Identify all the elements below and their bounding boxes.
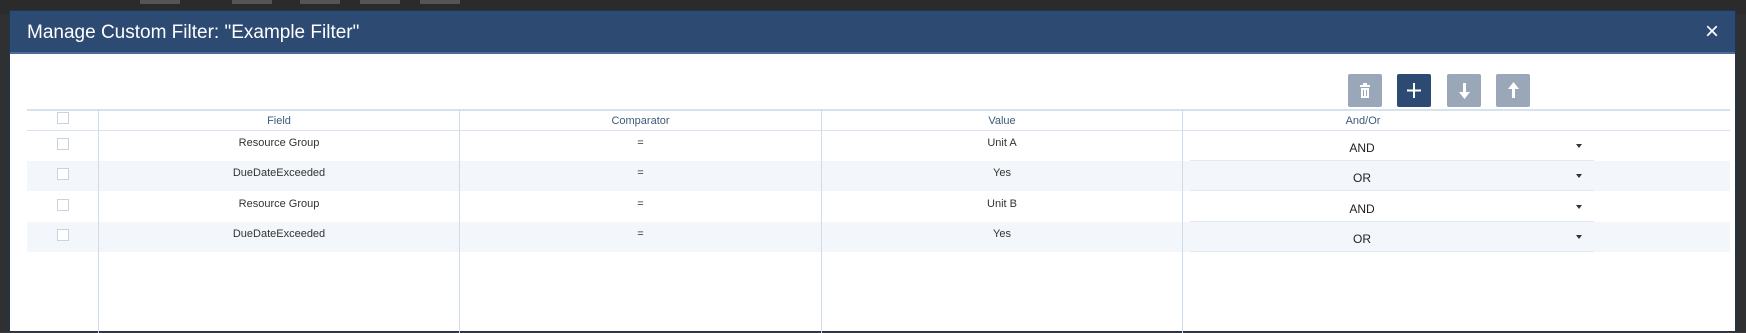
close-icon[interactable]: × <box>1699 19 1725 45</box>
background-app-right <box>1736 14 1746 332</box>
comparator-cell: = <box>637 228 644 240</box>
chevron-down-icon[interactable] <box>1576 144 1582 148</box>
value-cell: Unit A <box>987 137 1017 149</box>
table-row[interactable]: DueDateExceeded = Yes OR <box>27 222 1730 252</box>
select-all-checkbox[interactable] <box>57 112 69 124</box>
chevron-down-icon[interactable] <box>1576 174 1582 178</box>
move-down-button[interactable] <box>1447 74 1481 107</box>
row-checkbox[interactable] <box>57 199 69 211</box>
field-cell: Resource Group <box>238 198 320 210</box>
dialog-title: Manage Custom Filter: "Example Filter" <box>27 22 360 43</box>
andor-value: AND <box>1349 141 1375 155</box>
comparator-cell: = <box>637 198 644 210</box>
add-condition-button[interactable] <box>1397 74 1431 107</box>
move-up-button[interactable] <box>1496 74 1530 107</box>
andor-dropdown[interactable]: OR <box>1190 161 1594 191</box>
field-cell: DueDateExceeded <box>232 228 326 240</box>
column-header-value[interactable]: Value <box>822 113 1182 129</box>
move-up-icon <box>1508 82 1519 98</box>
delete-button[interactable] <box>1348 74 1382 107</box>
grid-top-border <box>27 109 1730 111</box>
chevron-down-icon[interactable] <box>1576 235 1582 239</box>
column-header-andor[interactable]: And/Or <box>1183 113 1543 129</box>
andor-value: OR <box>1353 232 1371 246</box>
andor-value: OR <box>1353 171 1371 185</box>
column-header-field[interactable]: Field <box>99 113 459 129</box>
andor-value: AND <box>1349 202 1375 216</box>
filter-conditions-grid: Field Comparator Value And/Or Resource G… <box>27 109 1730 333</box>
table-row[interactable]: Resource Group = Unit B AND <box>27 192 1730 222</box>
column-header-comparator[interactable]: Comparator <box>460 113 821 129</box>
value-cell: Unit B <box>987 198 1017 210</box>
table-row[interactable]: Resource Group = Unit A AND <box>27 131 1730 161</box>
plus-icon <box>1407 83 1421 98</box>
table-row[interactable]: DueDateExceeded = Yes OR <box>27 161 1730 191</box>
move-down-icon <box>1459 83 1470 99</box>
field-cell: DueDateExceeded <box>232 167 326 179</box>
trash-icon <box>1360 83 1370 98</box>
andor-dropdown[interactable]: AND <box>1190 131 1594 161</box>
row-checkbox[interactable] <box>57 168 69 180</box>
chevron-down-icon[interactable] <box>1576 205 1582 209</box>
andor-dropdown[interactable]: AND <box>1190 192 1594 222</box>
background-app-left <box>0 14 9 332</box>
andor-dropdown[interactable]: OR <box>1190 222 1594 252</box>
row-checkbox[interactable] <box>57 229 69 241</box>
comparator-cell: = <box>637 167 644 179</box>
row-divider <box>1190 190 1594 191</box>
value-cell: Yes <box>993 167 1011 179</box>
value-cell: Yes <box>993 228 1011 240</box>
manage-custom-filter-dialog: Manage Custom Filter: "Example Filter" × <box>9 10 1736 333</box>
field-cell: Resource Group <box>238 137 320 149</box>
row-divider <box>1190 251 1594 252</box>
comparator-cell: = <box>637 137 644 149</box>
row-checkbox[interactable] <box>57 138 69 150</box>
dialog-titlebar: Manage Custom Filter: "Example Filter" × <box>10 11 1735 54</box>
